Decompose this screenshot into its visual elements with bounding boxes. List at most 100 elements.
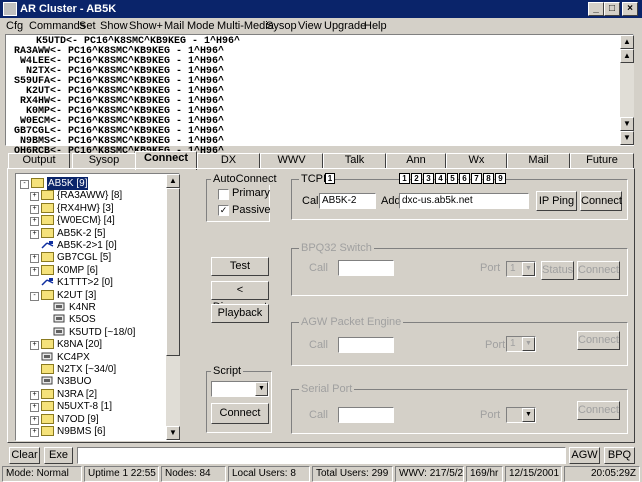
tab-dx[interactable]: DX xyxy=(197,153,260,168)
tab-mail[interactable]: Mail xyxy=(507,153,570,168)
tcpip-slot-9[interactable]: 9 xyxy=(495,173,506,184)
tree-item[interactable]: K5OS xyxy=(16,313,164,326)
serial-connect-button[interactable]: Connect xyxy=(577,401,620,420)
serial-call-input[interactable] xyxy=(338,407,394,423)
menu-commands[interactable]: Commands xyxy=(29,18,85,34)
menu-sysop[interactable]: Sysop xyxy=(266,18,297,34)
tab-sysop[interactable]: Sysop xyxy=(72,153,136,168)
bpq-status-button[interactable]: Status xyxy=(541,261,574,280)
minimize-button[interactable]: _ xyxy=(588,2,604,16)
expand-icon[interactable]: + xyxy=(30,266,39,276)
expand-icon[interactable]: + xyxy=(30,390,39,400)
menu-show[interactable]: Show xyxy=(100,18,128,34)
exe-button[interactable]: Exe xyxy=(44,447,73,464)
ip-ping-button[interactable]: IP Ping xyxy=(536,191,577,211)
tree-scroll-down-icon[interactable]: ▼ xyxy=(166,426,180,440)
agw-port-select[interactable]: 1 ▼ xyxy=(506,336,536,352)
expand-icon[interactable]: + xyxy=(30,254,39,264)
tree-item[interactable]: K4NR xyxy=(16,301,164,314)
playback-button[interactable]: Playback xyxy=(211,304,269,323)
bpq-port-select[interactable]: 1 ▼ xyxy=(506,261,536,277)
tree-item[interactable]: + GB7CGL [5] xyxy=(16,251,164,264)
tree-item[interactable]: AB5K-2>1 [0] xyxy=(16,239,164,252)
menu-cfg[interactable]: Cfg xyxy=(6,18,23,34)
expand-icon[interactable]: + xyxy=(30,192,39,202)
tree-item[interactable]: + N3RA [2] xyxy=(16,388,164,401)
tree-item[interactable]: + {RA3AWW} [8] xyxy=(16,189,164,202)
chevron-down-icon[interactable]: ▼ xyxy=(522,408,535,422)
menu-set[interactable]: Set xyxy=(79,18,96,34)
collapse-icon[interactable]: - xyxy=(20,180,29,189)
bpq-button[interactable]: BPQ xyxy=(604,447,635,464)
chevron-down-icon[interactable]: ▼ xyxy=(522,262,535,276)
tree-item[interactable]: - AB5K [9] xyxy=(16,177,164,190)
tcpip-slot-6[interactable]: 6 xyxy=(459,173,470,184)
maximize-button[interactable]: □ xyxy=(604,2,620,16)
tree-item[interactable]: + N9BMS [6] xyxy=(16,425,164,438)
menu-upgrade[interactable]: Upgrade xyxy=(324,18,366,34)
tab-future[interactable]: Future xyxy=(570,153,634,168)
menu-show-plus[interactable]: Show+ xyxy=(129,18,163,34)
expand-icon[interactable]: + xyxy=(30,217,39,227)
tree-item[interactable]: + N7OD [9] xyxy=(16,413,164,426)
tree-item[interactable]: + {W0ECM} [4] xyxy=(16,214,164,227)
expand-icon[interactable]: + xyxy=(30,428,39,437)
tcpip-slot-4[interactable]: 4 xyxy=(435,173,446,184)
menu-view[interactable]: View xyxy=(298,18,322,34)
tcpip-slot-5[interactable]: 5 xyxy=(447,173,458,184)
tree-item[interactable]: N2TX [~34/0] xyxy=(16,363,164,376)
menu-help[interactable]: Help xyxy=(364,18,387,34)
test-button[interactable]: Test xyxy=(211,257,269,276)
chevron-down-icon[interactable]: ▼ xyxy=(255,382,268,396)
tree-item[interactable]: KC4PX xyxy=(16,351,164,364)
serial-port-select[interactable]: ▼ xyxy=(506,407,536,423)
tcpip-addr-input[interactable]: dxc-us.ab5k.net xyxy=(399,193,529,209)
expand-icon[interactable]: + xyxy=(30,341,39,351)
bpq-connect-button[interactable]: Connect xyxy=(577,261,620,280)
tcpip-slot-8[interactable]: 8 xyxy=(483,173,494,184)
tree-item[interactable]: + AB5K-2 [5] xyxy=(16,227,164,240)
node-tree[interactable]: - AB5K [9] + {RA3AWW} [8] + {RX4HW} [3] + {W0EC… xyxy=(15,173,180,441)
passive-checkbox[interactable]: ✓ xyxy=(218,205,229,216)
script-connect-button[interactable]: Connect xyxy=(211,403,269,424)
scroll-up-icon[interactable]: ▲ xyxy=(620,49,634,63)
tcpip-slot-1[interactable]: 1 xyxy=(399,173,410,184)
agw-connect-button[interactable]: Connect xyxy=(577,331,620,350)
collapse-icon[interactable]: - xyxy=(30,291,39,301)
tree-scroll-thumb[interactable] xyxy=(166,188,180,356)
console-output[interactable]: K5UTD<- PC16^K8SMC^KB9KEG - 1^H96^ RA3AWW… xyxy=(5,34,634,157)
tab-talk[interactable]: Talk xyxy=(323,153,386,168)
chevron-down-icon[interactable]: ▼ xyxy=(522,337,535,351)
tree-scrollbar[interactable]: ▲ ▼ xyxy=(166,174,180,440)
scroll-down-icon[interactable]: ▼ xyxy=(620,117,634,131)
expand-icon[interactable]: + xyxy=(30,415,39,425)
tcpip-slot-3[interactable]: 3 xyxy=(423,173,434,184)
tcpip-call-input[interactable]: AB5K-2 xyxy=(319,193,376,209)
tcpip-slot-2[interactable]: 2 xyxy=(411,173,422,184)
expand-icon[interactable]: + xyxy=(30,403,39,413)
tree-item[interactable]: - K2UT [3] xyxy=(16,289,164,302)
primary-checkbox[interactable] xyxy=(218,189,229,200)
tab-wx[interactable]: Wx xyxy=(446,153,507,168)
tree-item[interactable]: + {RX4HW} [3] xyxy=(16,202,164,215)
tab-ann[interactable]: Ann xyxy=(386,153,446,168)
command-input[interactable] xyxy=(77,447,566,464)
scroll-top-icon[interactable]: ▲ xyxy=(620,35,634,49)
tab-wwv[interactable]: WWV xyxy=(260,153,323,168)
tab-output[interactable]: Output xyxy=(8,153,70,168)
tree-item[interactable]: + K0MP [6] xyxy=(16,264,164,277)
tcpip-connect-button[interactable]: Connect xyxy=(580,191,622,211)
tree-item[interactable]: K1TTT>2 [0] xyxy=(16,276,164,289)
clear-button[interactable]: Clear xyxy=(9,447,40,464)
tree-item[interactable]: + K8NA [20] xyxy=(16,338,164,351)
tree-item[interactable]: + N5UXT-8 [1] xyxy=(16,400,164,413)
tree-item[interactable]: K5UTD [~18/0] xyxy=(16,326,164,339)
tree-scroll-up-icon[interactable]: ▲ xyxy=(166,174,180,188)
expand-icon[interactable]: + xyxy=(30,229,39,239)
expand-icon[interactable]: + xyxy=(30,204,39,214)
menu-mode[interactable]: Mode xyxy=(187,18,215,34)
tree-item[interactable]: N3BUO xyxy=(16,375,164,388)
tcpip-slot-7[interactable]: 7 xyxy=(471,173,482,184)
agw-call-input[interactable] xyxy=(338,337,394,353)
scroll-bottom-icon[interactable]: ▼ xyxy=(620,131,634,145)
